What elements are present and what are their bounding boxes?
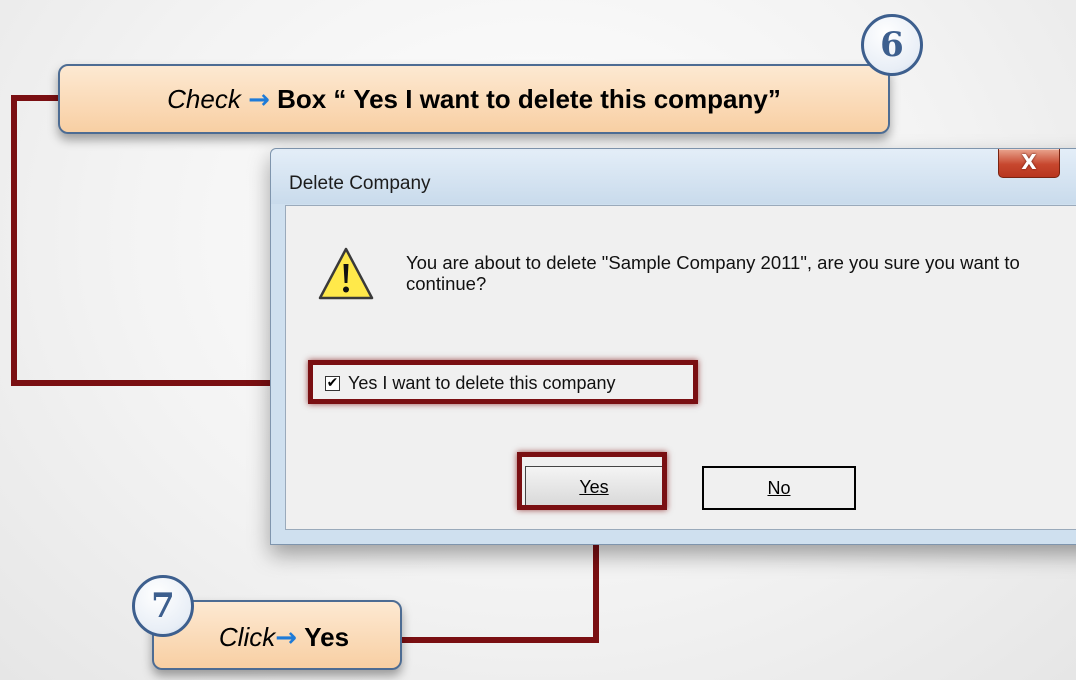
callout-step7-instruction: Yes <box>304 622 350 652</box>
yes-button-highlight-frame <box>517 452 667 510</box>
dialog-titlebar: Delete Company X <box>271 149 1076 204</box>
callout-step6: Check → Box “ Yes I want to delete this … <box>58 64 890 134</box>
callout-step7-arrow-icon: → <box>275 623 298 653</box>
callout-step7-verb: Click <box>218 622 276 652</box>
dialog-title: Delete Company <box>289 173 431 194</box>
step-6-badge: 6 <box>861 14 923 76</box>
callout-step6-instruction: Box “ Yes I want to delete this company” <box>277 84 781 114</box>
callout-step7-text: Click→ Yes <box>168 622 400 653</box>
confirmation-message: You are about to delete "Sample Company … <box>406 252 1020 294</box>
close-button[interactable]: X <box>998 149 1060 178</box>
delete-company-dialog: Delete Company X You are about to delete… <box>270 148 1076 545</box>
callout-step6-arrow-icon: → <box>248 85 270 115</box>
no-button[interactable]: No <box>702 466 856 510</box>
no-button-label: No <box>767 478 791 498</box>
callout-step6-text: Check → Box “ Yes I want to delete this … <box>60 84 888 115</box>
checkbox-highlight-frame <box>308 360 698 404</box>
warning-icon <box>318 247 374 300</box>
close-icon: X <box>1021 150 1037 174</box>
callout-step6-verb: Check <box>167 84 241 114</box>
connector-step6 <box>11 95 300 383</box>
step-7-badge: 7 <box>132 575 194 637</box>
